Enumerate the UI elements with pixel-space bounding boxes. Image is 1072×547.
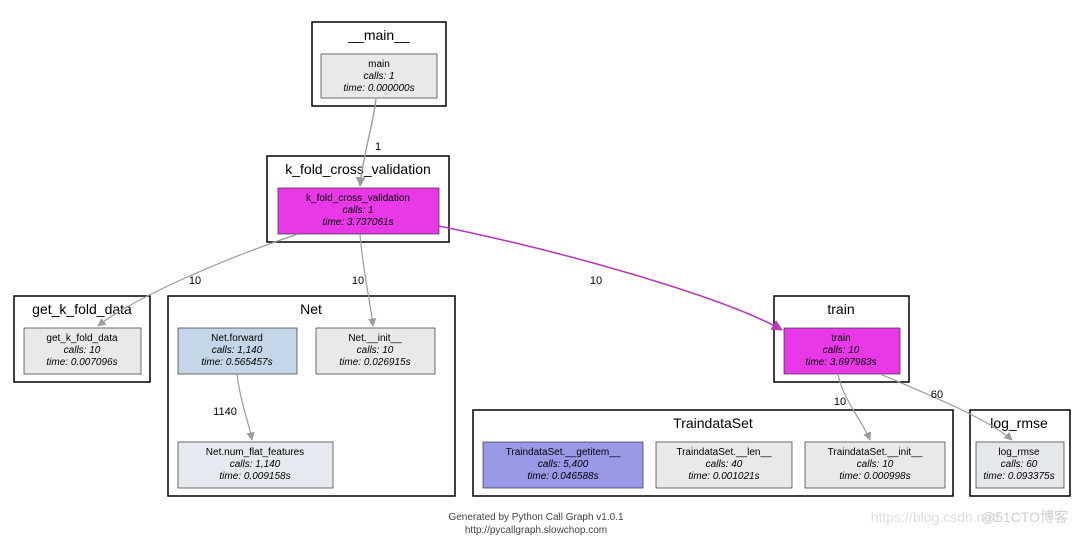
node-logrmse-name: log_rmse <box>998 447 1040 458</box>
node-logrmse: log_rmse calls: 60 time: 0.093375s <box>976 442 1064 488</box>
module-getkfold-title: get_k_fold_data <box>32 301 132 317</box>
module-logrmse-title: log_rmse <box>990 415 1048 431</box>
node-main-calls: calls: 1 <box>363 71 394 82</box>
edge-kfold-train-label: 10 <box>590 275 602 287</box>
node-logrmse-time: time: 0.093375s <box>983 471 1054 482</box>
node-logrmse-calls: calls: 60 <box>1001 459 1038 470</box>
module-train-title: train <box>827 301 854 317</box>
call-graph: __main__ main calls: 1 time: 0.000000s k… <box>0 0 1072 547</box>
node-tdsgetitem-calls: calls: 5,400 <box>538 459 589 470</box>
node-main-time: time: 0.000000s <box>343 83 414 94</box>
node-tdsinit-name: TraindataSet.__init__ <box>828 447 923 458</box>
node-netnumflat-calls: calls: 1,140 <box>230 459 281 470</box>
node-netinit-name: Net.__init__ <box>348 333 402 344</box>
node-tdsgetitem: TraindataSet.__getitem__ calls: 5,400 ti… <box>483 442 643 488</box>
edge-netfw-flat-label: 1140 <box>213 406 237 418</box>
module-logrmse: log_rmse log_rmse calls: 60 time: 0.0933… <box>970 410 1070 496</box>
node-tdslen-time: time: 0.001021s <box>688 471 759 482</box>
node-tdslen-calls: calls: 40 <box>706 459 743 470</box>
node-kfoldcv-name: k_fold_cross_validation <box>306 193 410 204</box>
edge-kfold-net: 10 <box>352 234 373 326</box>
node-trainfn-time: time: 3.697983s <box>805 357 876 368</box>
edge-train-log-label: 60 <box>931 389 943 401</box>
node-tdsgetitem-name: TraindataSet.__getitem__ <box>506 447 621 458</box>
node-netnumflat: Net.num_flat_features calls: 1,140 time:… <box>178 442 333 488</box>
module-trainds: TraindataSet TraindataSet.__getitem__ ca… <box>473 410 953 496</box>
node-getkfold: get_k_fold_data calls: 10 time: 0.007096… <box>24 328 141 374</box>
watermark-51cto: @51CTO博客 <box>981 509 1068 525</box>
node-trainfn-name: train <box>831 333 850 344</box>
node-netforward-calls: calls: 1,140 <box>212 345 263 356</box>
node-getkfold-time: time: 0.007096s <box>46 357 117 368</box>
node-tdslen: TraindataSet.__len__ calls: 40 time: 0.0… <box>656 442 792 488</box>
module-main-title: __main__ <box>347 27 410 43</box>
module-net-title: Net <box>300 301 322 317</box>
edge-kfold-net-label: 10 <box>352 275 364 287</box>
node-main: main calls: 1 time: 0.000000s <box>321 54 437 98</box>
node-tdsinit-calls: calls: 10 <box>857 459 894 470</box>
node-tdsgetitem-time: time: 0.046588s <box>527 471 598 482</box>
node-tdsinit-time: time: 0.000998s <box>839 471 910 482</box>
node-netinit: Net.__init__ calls: 10 time: 0.026915s <box>316 328 435 374</box>
edge-train-tds-label: 10 <box>834 396 846 408</box>
node-tdslen-name: TraindataSet.__len__ <box>676 447 772 458</box>
node-netnumflat-time: time: 0.009158s <box>219 471 290 482</box>
node-kfoldcv-calls: calls: 1 <box>342 205 373 216</box>
node-tdsinit: TraindataSet.__init__ calls: 10 time: 0.… <box>805 442 945 488</box>
module-getkfold: get_k_fold_data get_k_fold_data calls: 1… <box>14 296 150 382</box>
node-netforward-name: Net.forward <box>211 333 263 344</box>
module-kfold-title: k_fold_cross_validation <box>285 161 431 177</box>
node-netforward-time: time: 0.565457s <box>201 357 272 368</box>
node-kfoldcv-time: time: 3.737061s <box>322 217 393 228</box>
module-train: train train calls: 10 time: 3.697983s <box>774 296 909 382</box>
node-kfoldcv: k_fold_cross_validation calls: 1 time: 3… <box>278 188 439 234</box>
module-net: Net Net.forward calls: 1,140 time: 0.565… <box>168 296 455 496</box>
node-trainfn-calls: calls: 10 <box>823 345 860 356</box>
edge-main-kfold-label: 1 <box>375 141 381 153</box>
edge-kfold-getk-label: 10 <box>189 275 201 287</box>
module-kfold: k_fold_cross_validation k_fold_cross_val… <box>267 156 449 242</box>
node-netinit-time: time: 0.026915s <box>339 357 410 368</box>
footer-line2: http://pycallgraph.slowchop.com <box>465 525 607 536</box>
node-netnumflat-name: Net.num_flat_features <box>206 447 304 458</box>
module-trainds-title: TraindataSet <box>673 415 753 431</box>
node-netinit-calls: calls: 10 <box>357 345 394 356</box>
node-trainfn: train calls: 10 time: 3.697983s <box>784 328 900 374</box>
node-getkfold-calls: calls: 10 <box>64 345 101 356</box>
node-getkfold-name: get_k_fold_data <box>46 333 118 344</box>
node-netforward: Net.forward calls: 1,140 time: 0.565457s <box>178 328 297 374</box>
edge-train-tds: 10 <box>834 374 870 440</box>
footer-line1: Generated by Python Call Graph v1.0.1 <box>448 512 624 523</box>
node-main-name: main <box>368 59 390 70</box>
edge-netfw-flat: 1140 <box>213 374 252 440</box>
edge-kfold-train: 10 <box>439 226 782 330</box>
module-main: __main__ main calls: 1 time: 0.000000s <box>312 22 446 106</box>
